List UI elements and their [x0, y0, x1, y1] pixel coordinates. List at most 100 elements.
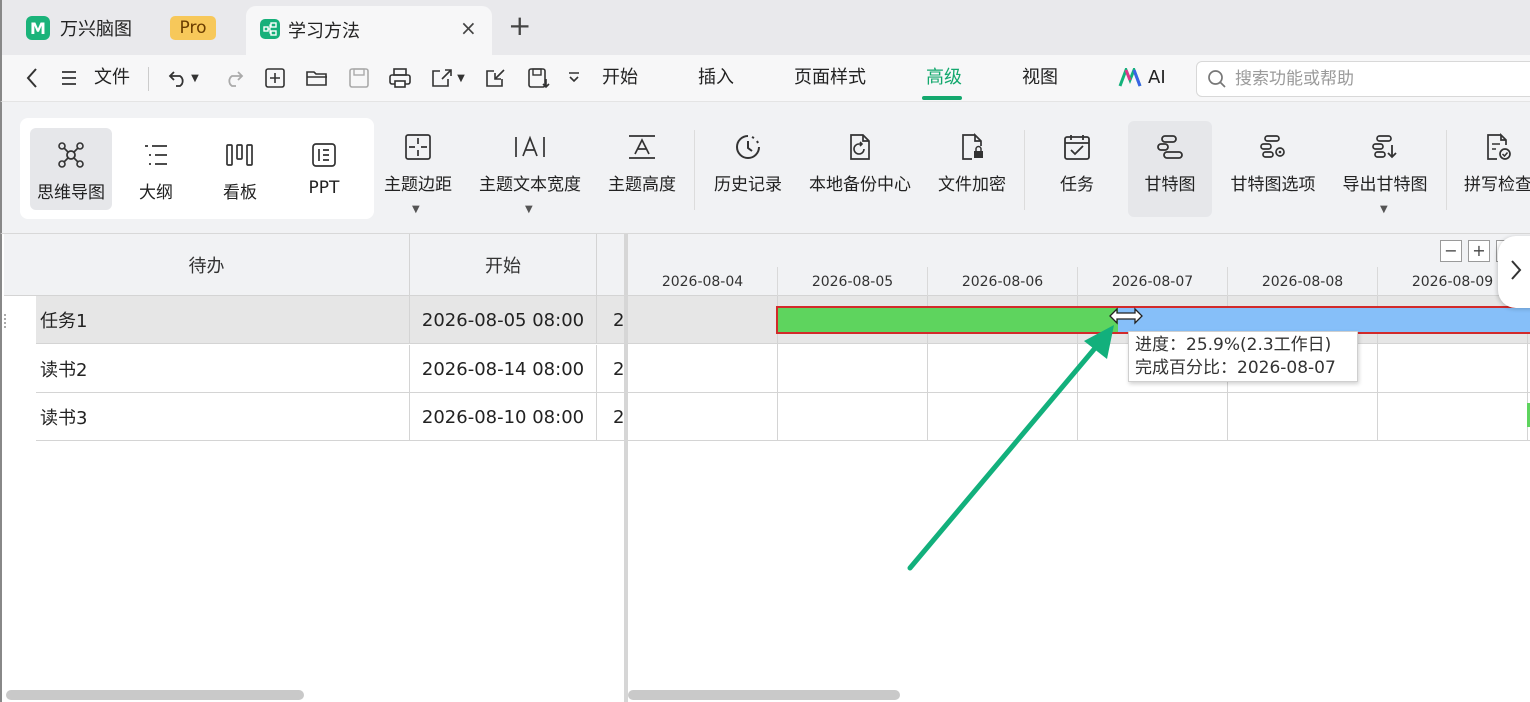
view-outline-label: 大纲	[139, 183, 173, 203]
view-ppt-button[interactable]: PPT	[294, 140, 354, 198]
search-icon	[1207, 69, 1227, 93]
task-name-cell[interactable]: 任务1	[36, 296, 410, 344]
menu-page-style[interactable]: 页面样式	[794, 67, 866, 89]
chevron-right-icon	[1509, 259, 1523, 285]
export-gantt-icon	[1370, 132, 1400, 162]
history-button[interactable]: 历史记录	[712, 132, 784, 195]
new-tab-button[interactable]: +	[508, 12, 531, 40]
ai-logo-icon[interactable]	[1117, 66, 1145, 90]
import-icon[interactable]	[484, 66, 508, 90]
close-tab-icon[interactable]: ×	[460, 16, 477, 40]
print-icon[interactable]	[388, 66, 412, 90]
new-topic-icon[interactable]	[263, 66, 287, 90]
task-name-cell[interactable]: 读书2	[36, 345, 410, 393]
task-button[interactable]: 任务	[1046, 132, 1108, 195]
topic-text-width-button[interactable]: 主题文本宽度	[478, 132, 582, 195]
menu-ai[interactable]: AI	[1148, 67, 1166, 89]
redo-icon[interactable]	[222, 66, 246, 90]
export-gantt-dropdown-icon[interactable]: ▼	[1380, 204, 1388, 215]
pro-badge[interactable]: Pro	[170, 16, 216, 40]
gantt-options-button[interactable]: 甘特图选项	[1228, 132, 1318, 195]
tab-home[interactable]: M 万兴脑图	[26, 12, 132, 44]
hamburger-menu-icon[interactable]	[57, 66, 81, 90]
topic-margin-button[interactable]: 主题边距	[382, 132, 454, 195]
menu-file[interactable]: 文件	[94, 67, 130, 89]
history-icon	[733, 132, 763, 162]
view-mindmap-button[interactable]: 思维导图	[30, 128, 112, 210]
row-drag-handle[interactable]	[4, 314, 8, 328]
ppt-icon	[309, 140, 339, 170]
gantt-horizontal-scrollbar[interactable]	[628, 690, 900, 700]
table-row[interactable]: 读书2 2026-08-14 08:00 2	[36, 345, 626, 393]
search-input[interactable]	[1235, 67, 1525, 91]
tooltip-progress-value: 25.9%(2.3工作日)	[1186, 335, 1332, 355]
table-horizontal-scrollbar[interactable]	[6, 690, 304, 700]
kanban-icon	[225, 140, 255, 170]
view-mindmap-label: 思维导图	[37, 183, 105, 203]
date-column-header: 2026-08-04	[628, 267, 778, 296]
local-backup-button[interactable]: 本地备份中心	[807, 132, 913, 195]
more-quick-tools-icon[interactable]	[564, 66, 584, 90]
local-backup-label: 本地备份中心	[809, 175, 911, 195]
topic-text-width-label: 主题文本宽度	[479, 175, 581, 195]
view-ppt-label: PPT	[308, 178, 340, 198]
export-gantt-button[interactable]: 导出甘特图	[1340, 132, 1430, 195]
view-kanban-label: 看板	[223, 183, 257, 203]
table-row[interactable]: 读书3 2026-08-10 08:00 2	[36, 393, 626, 441]
start-date-cell[interactable]: 2026-08-05 08:00	[410, 296, 597, 344]
gantt-button[interactable]: 甘特图	[1128, 121, 1212, 217]
task-name-cell[interactable]: 读书3	[36, 393, 410, 441]
open-folder-icon[interactable]	[305, 66, 329, 90]
undo-dropdown-icon[interactable]: ▼	[188, 66, 202, 90]
topic-height-button[interactable]: 主题高度	[606, 132, 678, 195]
gantt-chart: − + 2026-08-04 2026-08-05 2026-08-06 202…	[628, 234, 1530, 702]
resize-cursor-icon	[1108, 307, 1144, 325]
gantt-options-label: 甘特图选项	[1230, 175, 1316, 195]
history-label: 历史记录	[714, 175, 782, 195]
menu-insert[interactable]: 插入	[698, 67, 734, 89]
topic-text-width-dropdown-icon[interactable]: ▼	[525, 204, 533, 215]
active-menu-indicator	[922, 96, 962, 100]
gantt-row[interactable]	[628, 345, 1530, 393]
back-icon[interactable]	[20, 66, 44, 90]
save-icon[interactable]	[347, 66, 371, 90]
start-date-cell[interactable]: 2026-08-14 08:00	[410, 345, 597, 393]
zoom-in-button[interactable]: +	[1468, 240, 1490, 262]
menu-bar: 文件 ▼ ▼ 开始 插入 页面样式 高级 视图 AI 搜索功能或帮助	[0, 55, 1530, 102]
tab-bar: M 万兴脑图 Pro 学习方法 × +	[0, 0, 1530, 55]
start-date-cell[interactable]: 2026-08-10 08:00	[410, 393, 597, 441]
gantt-row[interactable]	[628, 393, 1530, 441]
tooltip-complete-value: 2026-08-07	[1237, 358, 1336, 378]
date-column-header: 2026-08-07	[1078, 267, 1228, 296]
export-dropdown-icon[interactable]: ▼	[454, 66, 468, 90]
column-header-todo[interactable]: 待办	[4, 234, 410, 296]
search-box[interactable]	[1196, 61, 1530, 97]
undo-icon[interactable]	[166, 66, 190, 90]
export-icon[interactable]	[430, 66, 454, 90]
spell-check-label: 拼写检查	[1464, 175, 1530, 195]
topic-margin-dropdown-icon[interactable]: ▼	[412, 204, 420, 215]
file-encrypt-button[interactable]: 文件加密	[936, 132, 1008, 195]
table-row[interactable]: 任务1 2026-08-05 08:00 2	[36, 296, 626, 344]
edrawmind-logo-icon: M	[26, 16, 50, 40]
zoom-out-button[interactable]: −	[1440, 240, 1462, 262]
toolbar-divider	[694, 130, 695, 210]
view-mode-group: 思维导图 大纲 看板 PPT	[20, 118, 374, 219]
menu-advanced[interactable]: 高级	[926, 67, 962, 89]
view-outline-button[interactable]: 大纲	[126, 140, 186, 203]
tab-document[interactable]: 学习方法 ×	[246, 6, 492, 55]
view-kanban-button[interactable]: 看板	[210, 140, 270, 203]
spell-check-button[interactable]: 拼写检查	[1462, 132, 1530, 195]
column-header-start[interactable]: 开始	[410, 234, 597, 296]
save-as-icon[interactable]	[527, 66, 551, 90]
gantt-next-button[interactable]	[1498, 236, 1530, 308]
mindmap-file-icon	[260, 19, 280, 39]
menu-view[interactable]: 视图	[1022, 67, 1058, 89]
topic-text-width-icon	[510, 132, 550, 162]
tooltip-complete-label: 完成百分比：	[1135, 358, 1237, 378]
menu-start[interactable]: 开始	[602, 67, 638, 89]
gantt-date-header: 2026-08-04 2026-08-05 2026-08-06 2026-08…	[628, 267, 1530, 296]
menu-divider	[148, 67, 149, 91]
tooltip-complete-line: 完成百分比：2026-08-07	[1135, 357, 1351, 380]
task-label: 任务	[1060, 175, 1094, 195]
